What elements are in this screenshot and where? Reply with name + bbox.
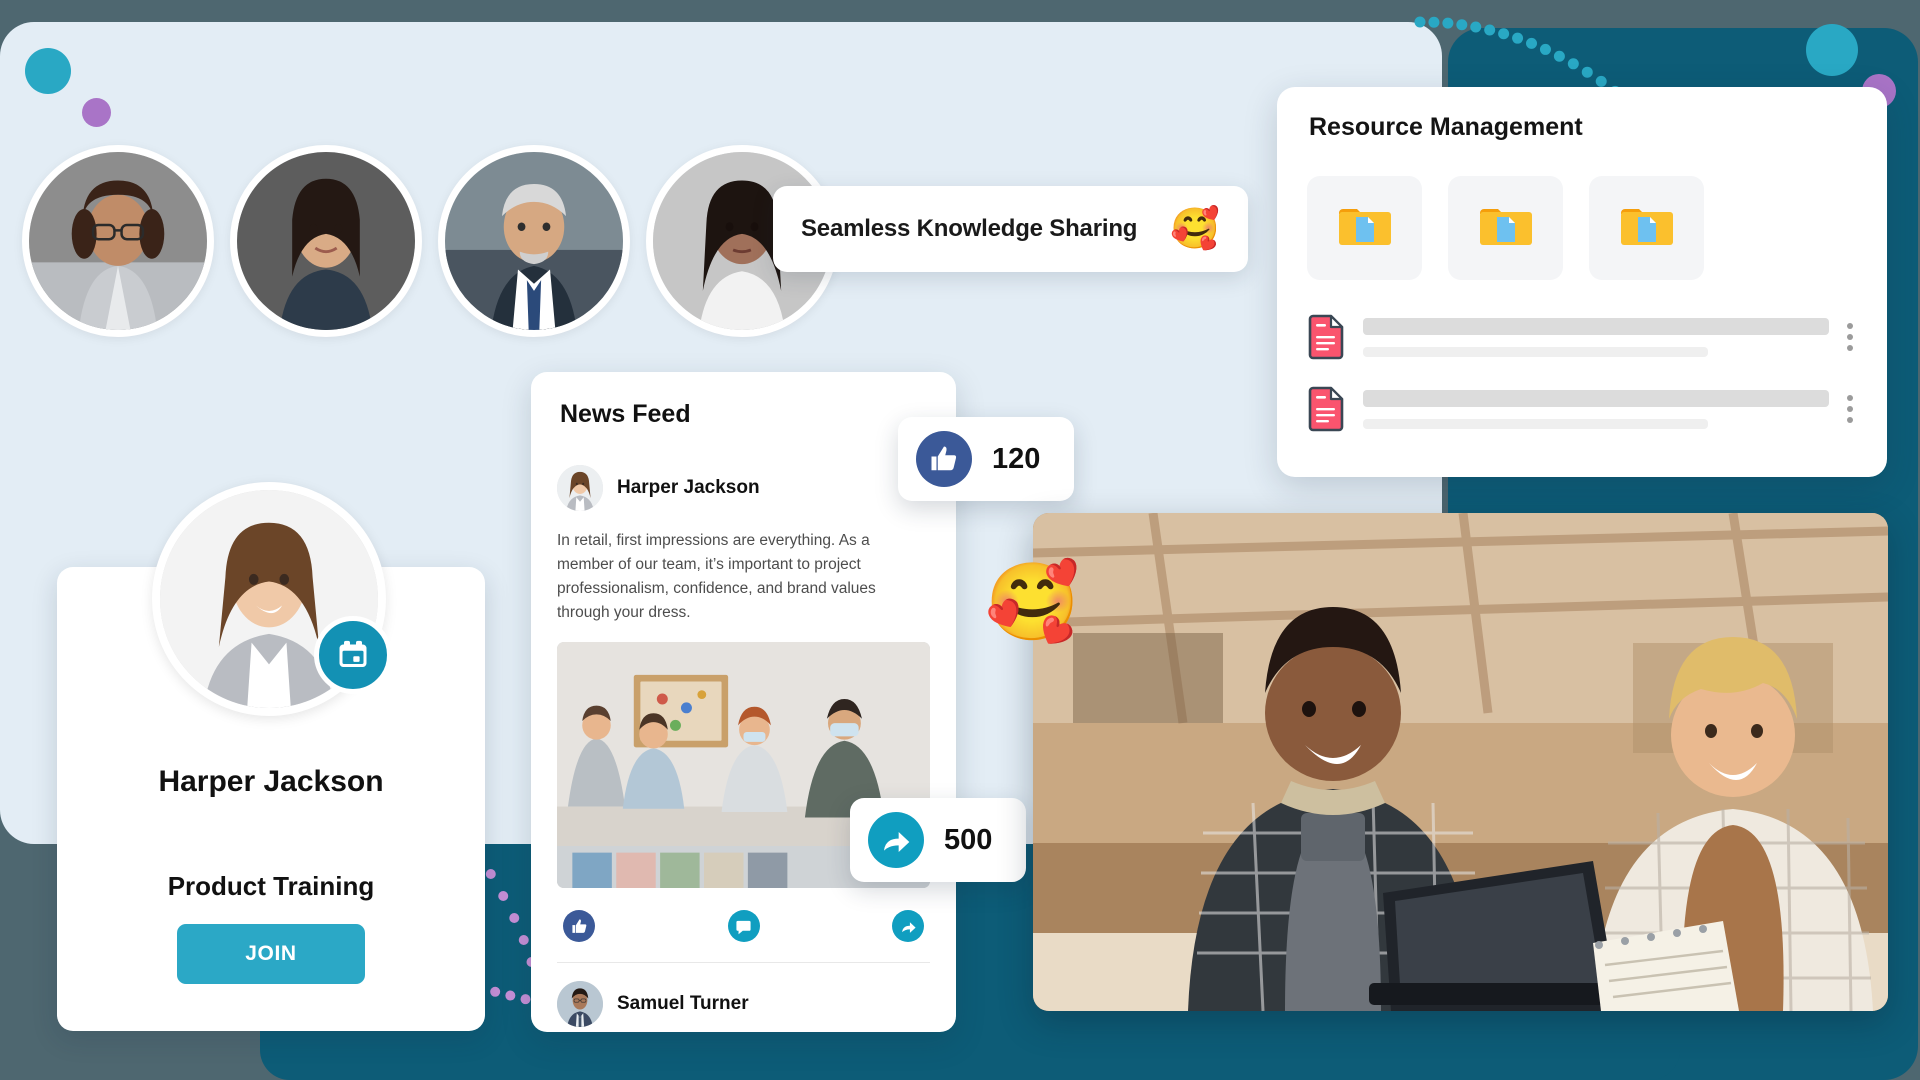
kebab-menu-icon[interactable] xyxy=(1847,395,1853,423)
file-title-placeholder xyxy=(1363,389,1829,407)
folder-tile-row xyxy=(1307,176,1857,280)
resource-management-card: Resource Management xyxy=(1277,87,1887,477)
comment-action[interactable] xyxy=(727,910,760,943)
smiling-face-with-hearts-emoji: 🥰 xyxy=(1170,207,1220,251)
thumbs-up-icon xyxy=(931,446,957,471)
like-count: 120 xyxy=(992,442,1041,475)
decorative-circle-purple-small xyxy=(82,98,111,127)
profile-course-title: Product Training xyxy=(167,871,375,901)
calendar-badge[interactable] xyxy=(314,616,392,694)
news-feed-title: News Feed xyxy=(560,400,691,428)
smiling-face-with-hearts-emoji: 🥰 xyxy=(985,560,1080,645)
folder-tile-1[interactable] xyxy=(1307,176,1422,280)
folder-tile-2[interactable] xyxy=(1448,176,1563,280)
illustration-stage: Seamless Knowledge Sharing 🥰 Resource Ma… xyxy=(0,0,1920,1080)
profile-avatar-wrapper xyxy=(152,482,392,716)
like-count-badge: 120 xyxy=(898,417,1075,501)
folder-document-icon xyxy=(1338,209,1391,245)
folder-document-icon xyxy=(1620,209,1673,245)
decorative-circle-teal-large xyxy=(25,48,71,94)
workshop-team-photo xyxy=(1033,513,1888,1011)
file-placeholder-bars xyxy=(1363,317,1829,357)
share-arrow-icon xyxy=(884,832,910,852)
avatar-person-1[interactable] xyxy=(22,145,214,337)
avatar[interactable] xyxy=(557,981,603,1028)
news-feed-action-bar xyxy=(557,888,930,964)
document-red-icon xyxy=(1308,386,1344,432)
like-badge-circle xyxy=(916,431,972,487)
news-feed-footer-user[interactable]: Samuel Turner xyxy=(557,963,930,1028)
file-placeholder-bars xyxy=(1363,389,1829,429)
comment-icon xyxy=(736,920,751,934)
news-feed-author-name: Harper Jackson xyxy=(617,477,760,498)
folder-document-icon xyxy=(1479,209,1532,245)
resource-management-title: Resource Management xyxy=(1309,113,1583,141)
file-subtitle-placeholder xyxy=(1363,346,1708,357)
news-feed-post-text: In retail, first impressions are everyth… xyxy=(557,532,876,622)
news-feed-footer-name: Samuel Turner xyxy=(617,993,749,1015)
share-action[interactable] xyxy=(892,910,924,943)
file-title-placeholder xyxy=(1363,317,1829,335)
kebab-menu-icon[interactable] xyxy=(1847,323,1853,351)
avatar-person-3[interactable] xyxy=(438,145,630,337)
file-subtitle-placeholder xyxy=(1363,418,1708,429)
file-list xyxy=(1307,314,1857,432)
news-feed-card: News Feed Harper Jackson In retail, firs… xyxy=(531,372,956,1032)
decorative-circle-teal-topright xyxy=(1806,24,1858,76)
file-row[interactable] xyxy=(1307,314,1857,360)
file-row[interactable] xyxy=(1307,386,1857,432)
join-button[interactable]: JOIN xyxy=(177,924,365,984)
folder-tile-3[interactable] xyxy=(1589,176,1704,280)
avatar-row xyxy=(22,145,838,337)
knowledge-sharing-label: Seamless Knowledge Sharing xyxy=(801,215,1138,242)
profile-name: Harper Jackson xyxy=(158,765,384,798)
document-red-icon xyxy=(1308,314,1344,360)
share-count: 500 xyxy=(944,823,993,856)
share-badge-circle xyxy=(868,812,924,868)
thumbs-up-icon xyxy=(571,918,586,933)
news-feed-author-row: Harper Jackson xyxy=(557,465,930,511)
avatar[interactable] xyxy=(557,465,603,511)
calendar-icon xyxy=(339,640,367,667)
knowledge-sharing-banner: Seamless Knowledge Sharing 🥰 xyxy=(773,186,1248,272)
like-action[interactable] xyxy=(563,910,595,943)
avatar-person-2[interactable] xyxy=(230,145,422,337)
share-count-badge: 500 xyxy=(850,798,1027,882)
share-arrow-icon xyxy=(901,921,916,933)
